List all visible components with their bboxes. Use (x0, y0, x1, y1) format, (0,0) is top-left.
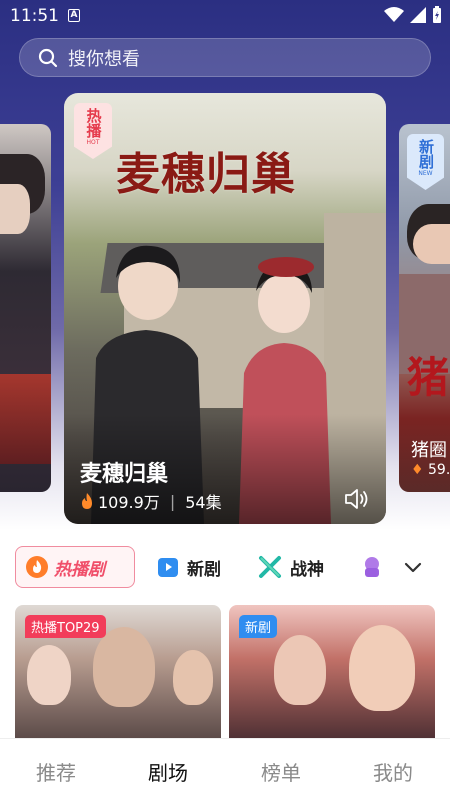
flame-icon: ♦ (411, 462, 424, 478)
bottom-navigation: 推荐 剧场 榜单 我的 (0, 738, 450, 800)
meta-separator: | (169, 491, 176, 511)
tab-more-category[interactable] (360, 546, 384, 588)
flame-icon (82, 493, 92, 509)
next-card-title: 猪圈 (411, 440, 447, 461)
actor-face-shape (413, 224, 450, 264)
battery-icon (433, 6, 441, 23)
nav-recommend[interactable]: 推荐 (36, 757, 76, 786)
actor-face-shape (274, 635, 326, 705)
carousel-card-next[interactable]: 猪 新剧 NEW 猪圈 ♦ 59.4 (399, 124, 450, 492)
new-badge: 新剧 NEW (407, 134, 444, 190)
drama-card-new[interactable]: 新剧 (229, 605, 435, 739)
actor-face-shape (0, 184, 30, 234)
status-time: 11:51 (10, 6, 59, 26)
city-backdrop (0, 374, 51, 464)
new-tag: 新剧 (239, 615, 278, 638)
nav-mine[interactable]: 我的 (373, 757, 413, 786)
search-placeholder: 搜你想看 (68, 48, 140, 70)
purple-character-icon (365, 557, 379, 577)
chevron-down-icon (404, 562, 422, 573)
actor-face-shape (349, 625, 415, 711)
tab-war-god-label: 战神 (290, 559, 324, 580)
nav-theater[interactable]: 剧场 (148, 757, 188, 786)
hot-badge: 热播 HOT (74, 103, 112, 159)
carousel-card-previous[interactable] (0, 124, 51, 492)
card-meta: 109.9万 | 54集 (80, 489, 222, 513)
poster-title: 麦穗归巢 (116, 149, 296, 200)
tab-new-drama[interactable]: 新剧 (157, 546, 221, 588)
signal-icon (410, 7, 426, 23)
hot-rank-tag: 热播TOP29 (25, 615, 106, 638)
next-card-heat-value: 59.4 (428, 462, 450, 478)
speaker-icon[interactable] (344, 488, 370, 510)
category-tabs: 热播剧 新剧 战神 (0, 540, 450, 596)
card-episodes: 54集 (185, 493, 222, 512)
tab-new-drama-label: 新剧 (187, 559, 221, 580)
search-bar[interactable]: 搜你想看 (19, 38, 431, 77)
nav-ranking[interactable]: 榜单 (261, 757, 301, 786)
notification-a-icon: A (68, 9, 80, 22)
poster-title-fragment: 猪 (407, 353, 450, 402)
new-badge-sub: NEW (418, 170, 433, 177)
play-calendar-icon (158, 558, 178, 577)
card-heat: 109.9万 (98, 493, 160, 512)
search-icon (38, 48, 58, 67)
hot-badge-sub: HOT (86, 139, 100, 146)
crossed-swords-icon (259, 556, 281, 578)
card-title: 麦穗归巢 (80, 462, 169, 487)
tab-war-god[interactable]: 战神 (258, 546, 324, 588)
tab-hot-drama[interactable]: 热播剧 (15, 546, 135, 588)
status-bar: 11:51 A (0, 0, 450, 32)
expand-categories-button[interactable] (393, 550, 433, 586)
actor-face-shape (173, 650, 213, 705)
flame-icon (26, 556, 48, 578)
new-badge-label: 新剧 (417, 139, 435, 169)
drama-card-hot[interactable]: 热播TOP29 (15, 605, 221, 739)
actor-face-shape (27, 645, 71, 705)
actor-face-shape (93, 627, 155, 707)
status-icons (384, 6, 442, 24)
carousel-card-main[interactable]: 麦穗归巢 热播 HOT 麦穗归巢 109.9万 | 54集 (64, 93, 386, 524)
next-card-heat: ♦ 59.4 (411, 462, 450, 478)
hot-badge-label: 热播 (84, 108, 103, 138)
wifi-icon (384, 7, 404, 22)
tab-hot-drama-label: 热播剧 (54, 559, 105, 580)
